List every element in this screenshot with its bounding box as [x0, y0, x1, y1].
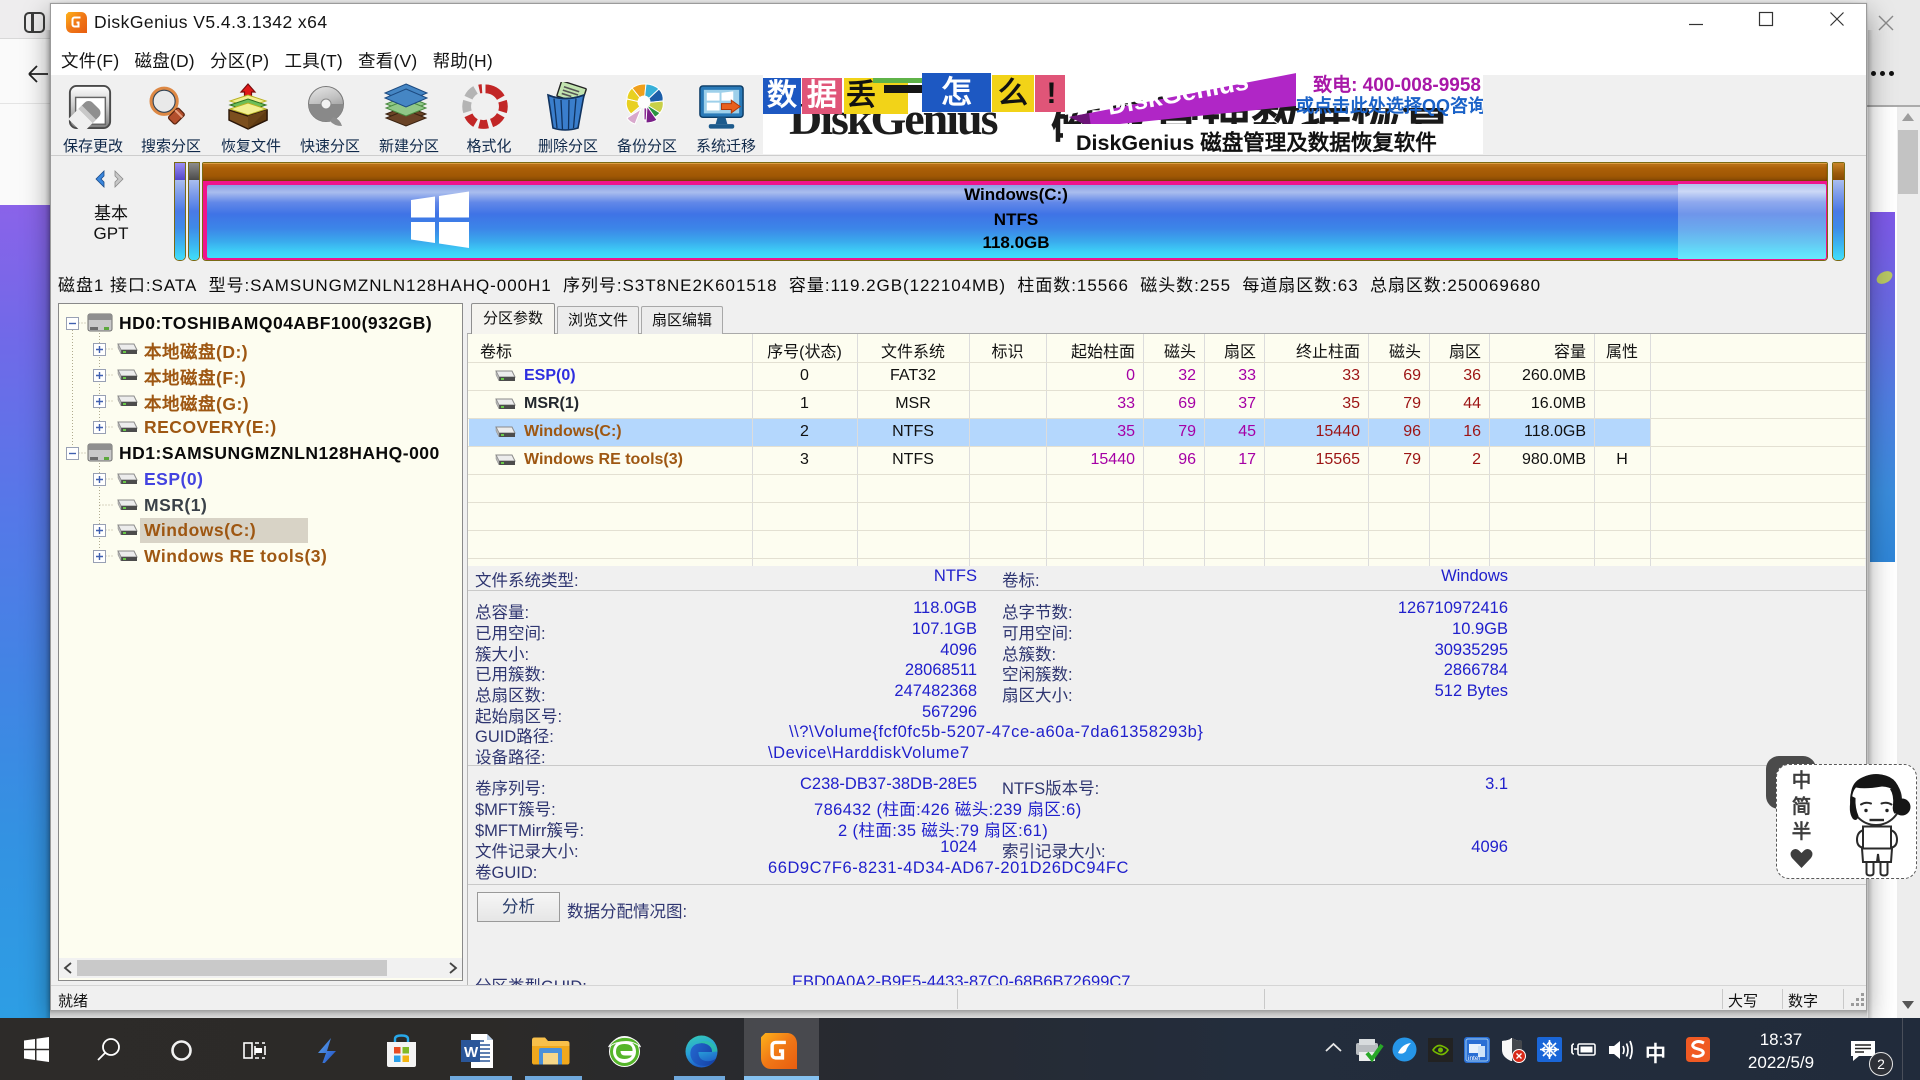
svg-text:intel: intel	[1468, 1055, 1480, 1062]
svg-text:W: W	[464, 1044, 479, 1061]
